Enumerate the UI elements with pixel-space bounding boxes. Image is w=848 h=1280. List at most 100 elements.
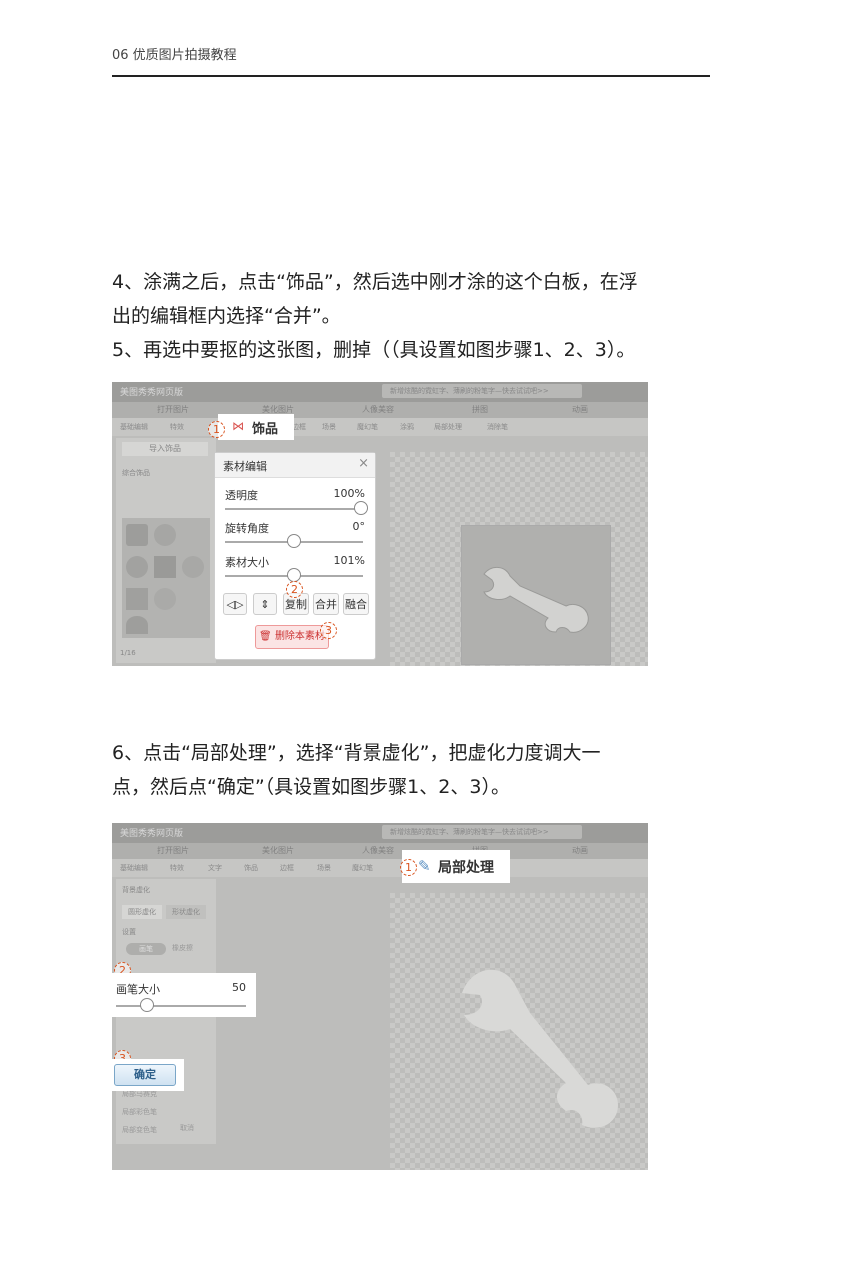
wrench-icon — [462, 969, 618, 1128]
eraser-toggle[interactable]: 橡皮擦 — [172, 943, 193, 953]
brush-size-callout: 画笔大小 50 — [112, 973, 256, 1017]
tab-animation[interactable]: 动画 — [572, 404, 588, 415]
list-item[interactable]: 局部变色笔 — [122, 1125, 157, 1135]
tool-magic-pen[interactable]: 魔幻笔 — [352, 863, 373, 873]
sticker-thumb[interactable] — [126, 556, 148, 578]
opacity-value: 100% — [333, 487, 365, 500]
local-tab-callout: ✎ 局部处理 — [402, 850, 510, 883]
tab-animation[interactable]: 动画 — [572, 845, 588, 856]
tool-basic[interactable]: 基础编辑 — [120, 863, 148, 873]
import-decoration-button[interactable]: 导入饰品 — [122, 442, 208, 456]
app-title: 美图秀秀网页版 — [120, 388, 184, 398]
page-header: 06 优质图片拍摄教程 — [112, 48, 237, 63]
text-line: 点，然后点“确定”（具设置如图步骤1、2、3）。 — [112, 776, 510, 798]
ad-banner: 新增炫酷的霓虹字、薄刷的粉笔字—快去试试吧>> — [382, 825, 582, 839]
local-process-tab[interactable]: 局部处理 — [438, 857, 494, 877]
main-tabs: 打开图片 美化图片 人像美容 拼图 动画 — [112, 402, 648, 418]
wrench-photo[interactable] — [462, 526, 610, 664]
trash-icon: 🗑 — [259, 631, 272, 642]
shape-blur-tab[interactable]: 形状虚化 — [166, 905, 206, 919]
sticker-thumb[interactable] — [154, 588, 176, 610]
header-rule — [112, 75, 710, 77]
confirm-button[interactable]: 确定 — [114, 1064, 176, 1086]
tool-effects[interactable]: 特效 — [170, 422, 184, 432]
tool-eraser[interactable]: 消除笔 — [487, 422, 508, 432]
rotation-label: 旋转角度 — [225, 522, 269, 535]
step-badge: 3 — [320, 622, 337, 639]
merge-button[interactable]: 合并 — [313, 593, 339, 615]
sticker-thumb[interactable] — [126, 524, 148, 546]
opacity-slider[interactable] — [225, 508, 363, 510]
delete-material-button[interactable]: 🗑 删除本素材 — [255, 625, 329, 649]
text-line: 4、涂满之后，点击“饰品”，然后选中刚才涂的这个白板，在浮 — [112, 271, 638, 293]
tool-local[interactable]: 局部处理 — [434, 422, 462, 432]
blur-title: 背景虚化 — [122, 886, 150, 894]
rotation-knob[interactable] — [287, 534, 301, 548]
decoration-tab[interactable]: 饰品 — [252, 418, 278, 437]
blend-button[interactable]: 融合 — [343, 593, 369, 615]
close-icon[interactable]: × — [358, 456, 369, 471]
side-label: 综合饰品 — [122, 469, 150, 477]
tool-magic-pen[interactable]: 魔幻笔 — [357, 422, 378, 432]
sticker-thumb[interactable] — [126, 588, 148, 610]
decoration-grid — [122, 518, 210, 638]
size-knob[interactable] — [287, 568, 301, 582]
tool-decoration[interactable]: 饰品 — [244, 863, 258, 873]
sticker-thumb[interactable] — [154, 524, 176, 546]
flip-horizontal-button[interactable]: ◁▷ — [223, 593, 247, 615]
sticker-thumb[interactable] — [154, 556, 176, 578]
flip-vertical-button[interactable]: ⇕ — [253, 593, 277, 615]
decoration-tab-callout: ⋈ 饰品 — [218, 414, 294, 440]
step-badge: 1 — [400, 859, 417, 876]
sticker-thumb[interactable] — [182, 556, 204, 578]
tool-list: 局部马赛克 局部彩色笔 局部变色笔 — [116, 1089, 216, 1144]
cancel-button[interactable]: 取消 — [180, 1123, 194, 1133]
app-titlebar: 美图秀秀网页版 新增炫酷的霓虹字、薄刷的粉笔字—快去试试吧>> — [112, 823, 648, 843]
circle-blur-tab[interactable]: 圆形虚化 — [122, 905, 162, 919]
opacity-row: 透明度 100% — [225, 487, 365, 503]
tab-open[interactable]: 打开图片 — [157, 845, 189, 856]
tool-text[interactable]: 文字 — [208, 863, 222, 873]
tab-portrait[interactable]: 人像美容 — [362, 845, 394, 856]
text-line: 出的编辑框内选择“合并”。 — [112, 305, 341, 327]
tool-bar: 基础编辑 特效 边框 场景 魔幻笔 涂鸦 局部处理 消除笔 — [112, 418, 648, 436]
list-item[interactable]: 局部彩色笔 — [122, 1107, 157, 1117]
ad-banner: 新增炫酷的霓虹字、薄刷的粉笔字—快去试试吧>> — [382, 384, 582, 398]
app-titlebar: 美图秀秀网页版 新增炫酷的霓虹字、薄刷的粉笔字—快去试试吧>> — [112, 382, 648, 402]
step-badge: 2 — [286, 581, 303, 598]
text-line: 5、再选中要抠的这张图，删掉（（具设置如图步骤1、2、3）。 — [112, 339, 636, 361]
tool-doodle[interactable]: 涂鸦 — [400, 422, 414, 432]
tab-collage[interactable]: 拼图 — [472, 404, 488, 415]
brush-size-knob[interactable] — [140, 998, 154, 1012]
brush-size-value: 50 — [232, 981, 246, 994]
size-value: 101% — [333, 554, 365, 567]
bow-icon: ⋈ — [232, 419, 244, 433]
main-tabs: 打开图片 美化图片 人像美容 拼图 动画 — [112, 843, 648, 859]
sticker-thumb[interactable] — [126, 616, 148, 634]
opacity-knob[interactable] — [354, 501, 368, 515]
tool-scene[interactable]: 场景 — [322, 422, 336, 432]
screenshot-local-blur: 美图秀秀网页版 新增炫酷的霓虹字、薄刷的粉笔字—快去试试吧>> 打开图片 美化图… — [112, 823, 648, 1170]
decoration-sidebar: 导入饰品 综合饰品 1/16 — [116, 438, 216, 663]
opacity-label: 透明度 — [225, 489, 258, 502]
page-info: 1/16 — [120, 649, 136, 657]
brush-size-label: 画笔大小 — [116, 983, 160, 996]
tool-basic[interactable]: 基础编辑 — [120, 422, 148, 432]
tool-frame[interactable]: 边框 — [292, 422, 306, 432]
tab-open[interactable]: 打开图片 — [157, 404, 189, 415]
tool-effects[interactable]: 特效 — [170, 863, 184, 873]
brush-size-slider[interactable] — [116, 1005, 246, 1007]
tab-portrait[interactable]: 人像美容 — [362, 404, 394, 415]
step4-paragraph: 4、涂满之后，点击“饰品”，然后选中刚才涂的这个白板，在浮 出的编辑框内选择“合… — [112, 265, 712, 367]
pen-icon: ✎ — [418, 857, 431, 875]
tab-beautify[interactable]: 美化图片 — [262, 845, 294, 856]
step-badge: 1 — [208, 421, 225, 438]
app-title: 美图秀秀网页版 — [120, 829, 184, 839]
tool-frame[interactable]: 边框 — [280, 863, 294, 873]
tool-bar: 基础编辑 特效 文字 饰品 边框 场景 魔幻笔 — [112, 859, 648, 877]
panel-title: 素材编辑 — [223, 460, 267, 473]
tool-scene[interactable]: 场景 — [317, 863, 331, 873]
panel-titlebar: 素材编辑 × — [215, 453, 375, 478]
pen-toggle[interactable]: 画笔 — [126, 943, 166, 955]
size-label: 素材大小 — [225, 556, 269, 569]
